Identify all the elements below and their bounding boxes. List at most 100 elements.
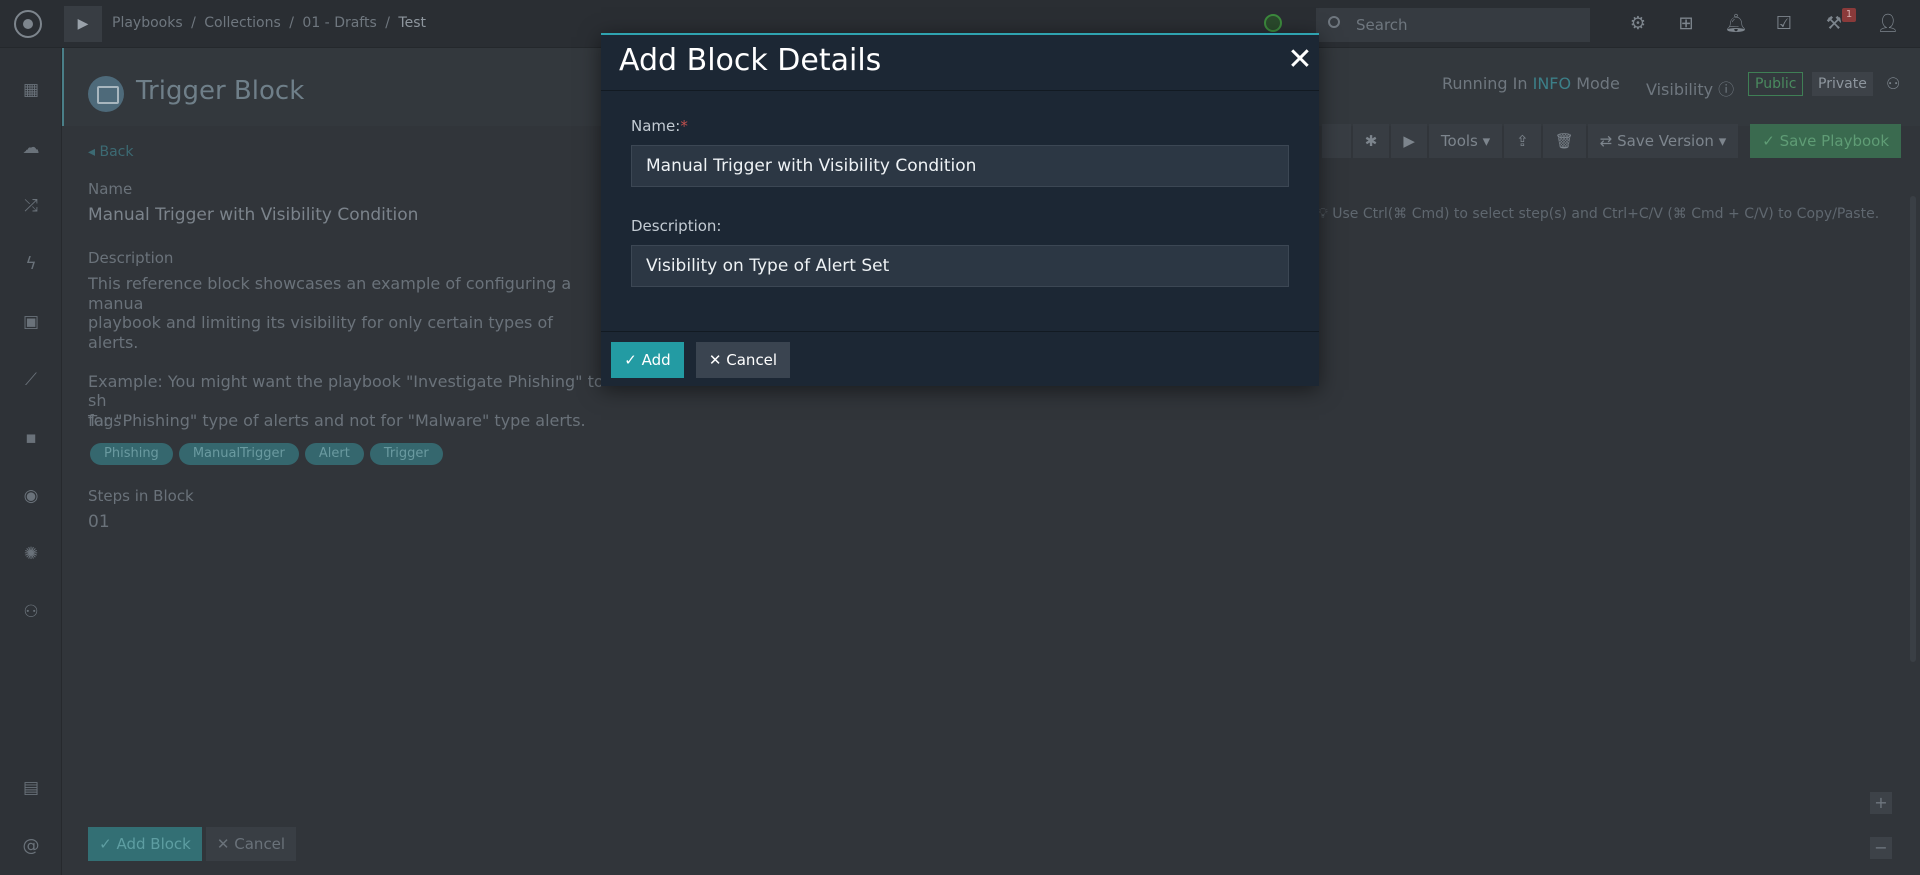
search-icon [1328,16,1340,28]
tools-label: Tools [1440,132,1478,150]
required-marker: * [680,117,688,135]
at-icon[interactable]: @ [19,834,43,858]
clipboard-list-icon[interactable]: ▤ [19,776,43,800]
name-field-label-text: Name: [631,117,681,135]
trash-icon: 🗑︎ [1554,132,1574,150]
add-button[interactable]: ✓ Add [611,342,684,378]
search-box [1316,8,1590,42]
automation-icon[interactable]: ϟ [19,252,43,276]
user-icon[interactable]: 👤︎ [1876,12,1900,36]
notification-badge: 1 [1842,8,1856,22]
shield-icon[interactable]: ◉ [19,484,43,508]
tags-label: Tags [88,412,122,430]
grid-button[interactable] [1322,124,1351,158]
mode-prefix: Running In [1442,74,1528,93]
page-title: Trigger Block [136,76,305,106]
steps-value: 01 [88,512,110,532]
lightbulb-icon: 💡︎ [1318,206,1328,222]
breadcrumb-item-collections[interactable]: Collections [204,15,281,31]
search-input[interactable] [1356,8,1576,42]
cancel-block-button[interactable]: ✕ Cancel [206,827,296,861]
zoom-in-button[interactable]: + [1870,792,1892,814]
upload-icon: ⇪ [1516,132,1529,150]
add-block-dialog: Add Block Details ✕ Name:* Description: … [601,33,1319,386]
cancel-block-label: Cancel [234,835,286,853]
breadcrumb-current: Test [398,15,426,31]
incidents-icon[interactable]: ☁ [19,136,43,160]
description-value: This reference block showcases an exampl… [88,274,604,430]
play-icon: ▶ [1403,132,1415,150]
clipboard-icon[interactable]: ☑ [1772,12,1796,36]
tag-chip[interactable]: Phishing [90,443,173,465]
chart-icon[interactable]: ⟋ [19,368,43,392]
caret-down-icon: ▾ [1482,132,1491,150]
chevron-left-icon: ◂ [88,144,96,160]
shuffle-icon[interactable]: ⤮ [19,194,43,218]
description-field-label: Description: [631,217,722,235]
dialog-title: Add Block Details [619,43,882,78]
cancel-button-label: Cancel [726,351,778,369]
swap-icon: ⇄ [1599,132,1613,150]
back-link[interactable]: ◂ Back [88,144,133,160]
visibility-private-button[interactable]: Private [1812,72,1873,96]
add-block-label: Add Block [116,835,191,853]
description-field[interactable] [631,245,1289,287]
hint-label: Use Ctrl(⌘ Cmd) to select step(s) and Ct… [1332,206,1880,222]
save-playbook-button[interactable]: ✓ Save Playbook [1750,124,1902,158]
modules-icon[interactable]: ▪ [19,426,43,450]
dialog-header: Add Block Details ✕ [601,35,1319,91]
tag-chip[interactable]: ManualTrigger [178,443,299,465]
zoom-out-button[interactable]: − [1870,837,1892,859]
app-logo-icon[interactable] [14,10,42,38]
mode-suffix: Mode [1576,74,1620,93]
export-button[interactable]: ⇪ [1504,124,1541,158]
caret-down-icon: ▾ [1718,132,1727,150]
breadcrumb-item-playbooks[interactable]: Playbooks [112,15,183,31]
dialog-footer: ✓ Add ✕ Cancel [601,331,1319,388]
tag-chip[interactable]: Trigger [369,443,443,465]
check-icon: ✓ [624,351,637,369]
dashboard-icon[interactable]: ▦ [19,78,43,102]
mode-value: INFO [1532,74,1572,93]
users-icon[interactable]: ⚇ [19,600,43,624]
description-label: Description [88,249,174,267]
add-block-button[interactable]: ✓ Add Block [88,827,202,861]
play-icon: ▶ [77,16,89,32]
back-link-label: Back [99,144,134,160]
running-mode: Running In INFO Mode [1442,74,1620,93]
team-icon[interactable]: ⚇ [1886,74,1906,94]
save-version-label: Save Version [1617,132,1714,150]
grid-icon [1334,132,1339,150]
info-icon[interactable]: ⓘ [1718,80,1734,99]
cancel-button[interactable]: ✕ Cancel [696,342,790,378]
run-button[interactable]: ▶ [1391,124,1427,158]
sidebar-toggle-button[interactable]: ▶ [64,6,102,42]
block-icon [88,76,124,112]
workflow-icon[interactable]: ⊞ [1674,12,1698,36]
breadcrumb-item-drafts[interactable]: 01 - Drafts [302,15,376,31]
name-field[interactable] [631,145,1289,187]
save-version-button[interactable]: ⇄ Save Version ▾ [1587,124,1739,158]
save-playbook-label: Save Playbook [1779,132,1890,150]
briefcase-icon[interactable]: ▣ [19,310,43,334]
gear-icon[interactable]: ⚙ [1626,12,1650,36]
settings-icon[interactable]: ✺ [19,542,43,566]
tools-dropdown[interactable]: Tools ▾ [1428,124,1503,158]
delete-button[interactable]: 🗑︎ [1542,124,1586,158]
visibility-label: Visibility ⓘ [1646,76,1734,100]
close-icon[interactable]: ✕ [1285,45,1315,75]
debug-button[interactable]: ✱ [1352,124,1390,158]
visibility-public-button[interactable]: Public [1748,72,1804,96]
header-accent-divider [62,48,64,126]
add-button-label: Add [641,351,671,369]
tag-chip[interactable]: Alert [304,443,364,465]
check-icon: ✓ [1762,132,1775,150]
name-field-label: Name:* [631,117,688,135]
bell-icon[interactable]: 🔔︎ [1724,12,1748,36]
name-label: Name [88,180,133,198]
visibility-label-text: Visibility [1646,80,1714,99]
name-value: Manual Trigger with Visibility Condition [88,205,419,225]
sidebar: ▦ ☁ ⤮ ϟ ▣ ⟋ ▪ ◉ ✺ ⚇ ▤ @ [0,48,62,875]
playbook-toolbar: ✱ ▶ Tools ▾ ⇪ 🗑︎ ⇄ Save Version ▾ ✓ Save… [1320,124,1902,158]
canvas-scrollbar[interactable] [1910,196,1916,662]
